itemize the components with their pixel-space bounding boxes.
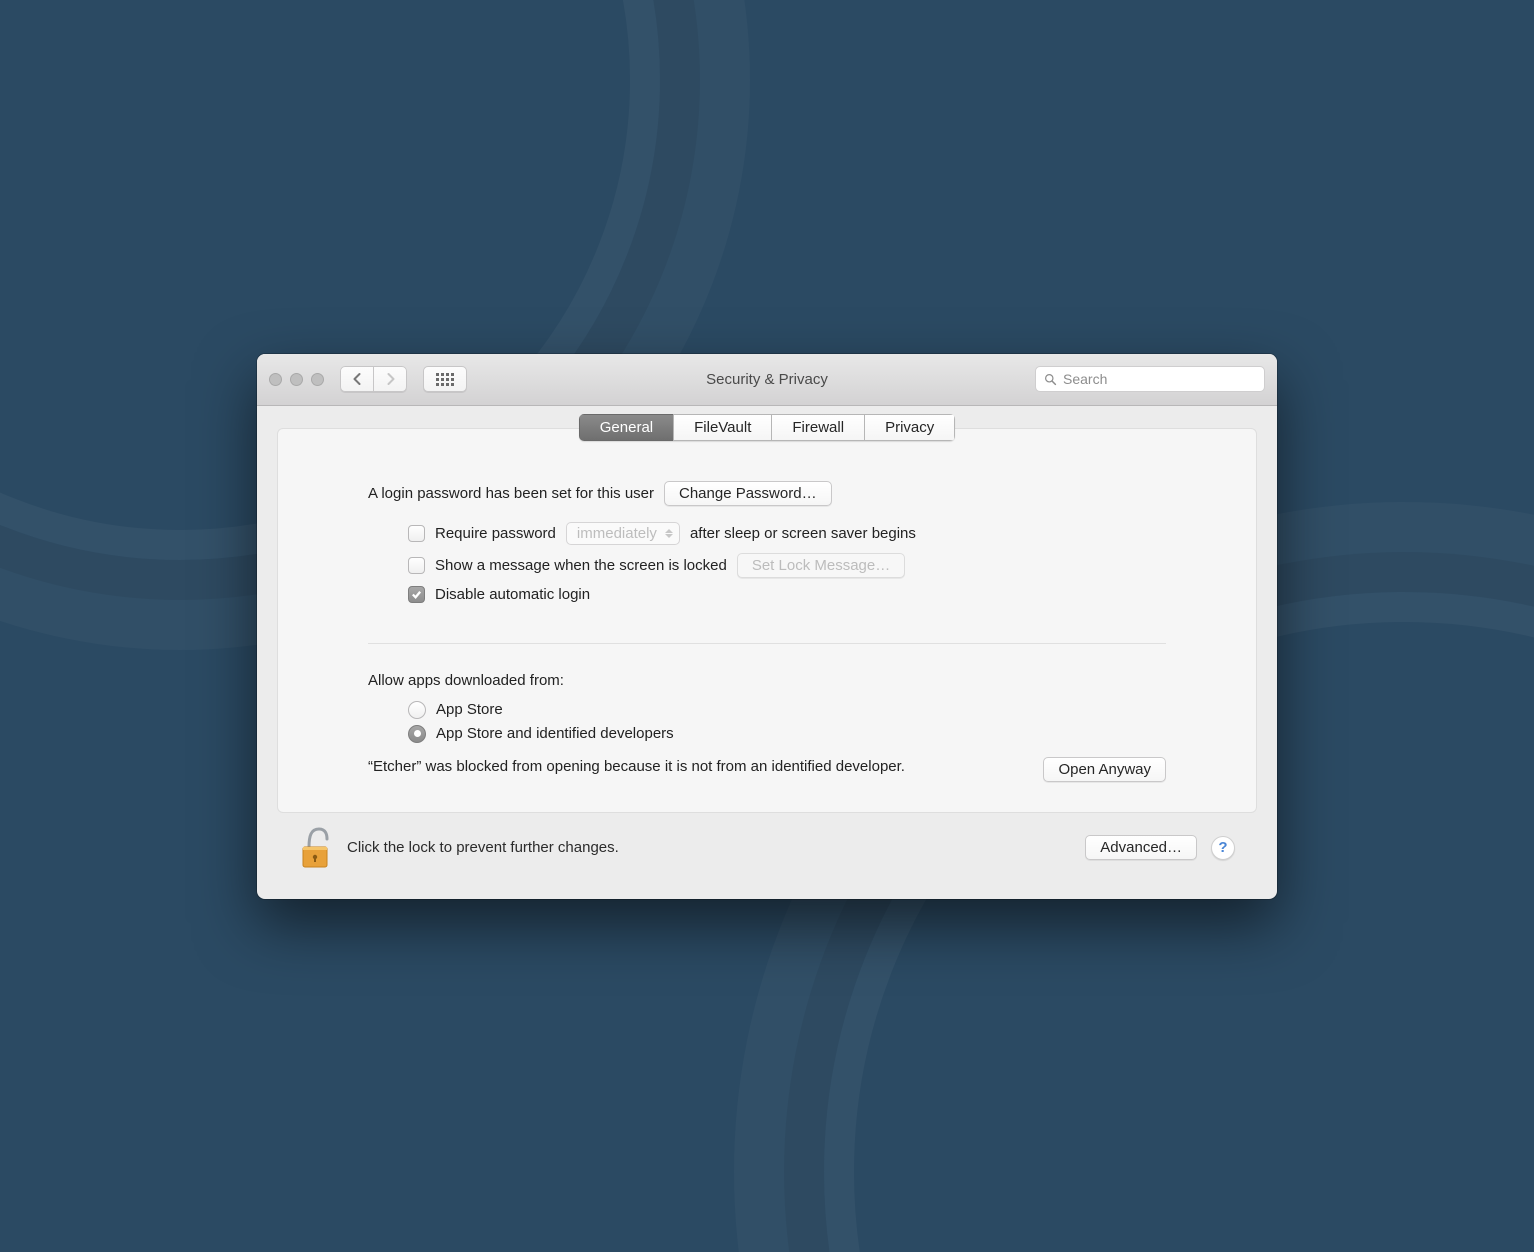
lock-button[interactable] — [299, 827, 333, 869]
gatekeeper-heading: Allow apps downloaded from: — [368, 672, 1166, 689]
disable-auto-login-checkbox[interactable] — [408, 586, 425, 603]
checkmark-icon — [411, 589, 422, 600]
general-tab-content: A login password has been set for this u… — [278, 455, 1256, 792]
blocked-app-message: “Etcher” was blocked from opening becaus… — [368, 757, 1023, 777]
disable-auto-login-label: Disable automatic login — [435, 586, 590, 603]
tab-firewall[interactable]: Firewall — [771, 414, 865, 441]
minimize-window-button[interactable] — [290, 373, 303, 386]
show-lock-message-label: Show a message when the screen is locked — [435, 557, 727, 574]
show-lock-message-checkbox[interactable] — [408, 557, 425, 574]
close-window-button[interactable] — [269, 373, 282, 386]
change-password-button[interactable]: Change Password… — [664, 481, 832, 506]
password-set-label: A login password has been set for this u… — [368, 485, 654, 502]
search-field[interactable] — [1035, 366, 1265, 392]
require-password-suffix: after sleep or screen saver begins — [690, 525, 916, 542]
require-password-label: Require password — [435, 525, 556, 542]
search-icon — [1044, 373, 1057, 386]
preferences-window: Security & Privacy General FileVault Fir… — [257, 354, 1277, 899]
window-body: General FileVault Firewall Privacy A log… — [257, 406, 1277, 899]
help-icon: ? — [1218, 839, 1227, 856]
chevron-right-icon — [385, 372, 396, 386]
nav-buttons — [340, 366, 407, 392]
require-password-checkbox[interactable] — [408, 525, 425, 542]
section-divider — [368, 643, 1166, 644]
set-lock-message-button: Set Lock Message… — [737, 553, 905, 578]
lock-hint-label: Click the lock to prevent further change… — [347, 839, 619, 856]
radio-app-store-label: App Store — [436, 701, 503, 718]
titlebar: Security & Privacy — [257, 354, 1277, 406]
chevron-left-icon — [352, 372, 363, 386]
tab-bar: General FileVault Firewall Privacy — [278, 414, 1256, 441]
help-button[interactable]: ? — [1211, 836, 1235, 860]
unlocked-lock-icon — [299, 827, 333, 869]
forward-button[interactable] — [373, 366, 407, 392]
require-password-delay-select[interactable]: immediately — [566, 522, 680, 545]
search-input[interactable] — [1063, 371, 1256, 387]
zoom-window-button[interactable] — [311, 373, 324, 386]
require-password-delay-value: immediately — [577, 525, 657, 542]
updown-icon — [665, 529, 673, 538]
show-all-button[interactable] — [423, 366, 467, 392]
radio-identified-developers[interactable] — [408, 725, 426, 743]
grid-icon — [436, 373, 454, 386]
tab-general[interactable]: General — [579, 414, 674, 441]
tab-privacy[interactable]: Privacy — [864, 414, 955, 441]
radio-app-store[interactable] — [408, 701, 426, 719]
tab-filevault[interactable]: FileVault — [673, 414, 772, 441]
radio-identified-developers-label: App Store and identified developers — [436, 725, 674, 742]
window-controls — [269, 373, 324, 386]
advanced-button[interactable]: Advanced… — [1085, 835, 1197, 860]
content-panel: General FileVault Firewall Privacy A log… — [277, 428, 1257, 813]
open-anyway-button[interactable]: Open Anyway — [1043, 757, 1166, 782]
back-button[interactable] — [340, 366, 374, 392]
footer: Click the lock to prevent further change… — [277, 813, 1257, 881]
